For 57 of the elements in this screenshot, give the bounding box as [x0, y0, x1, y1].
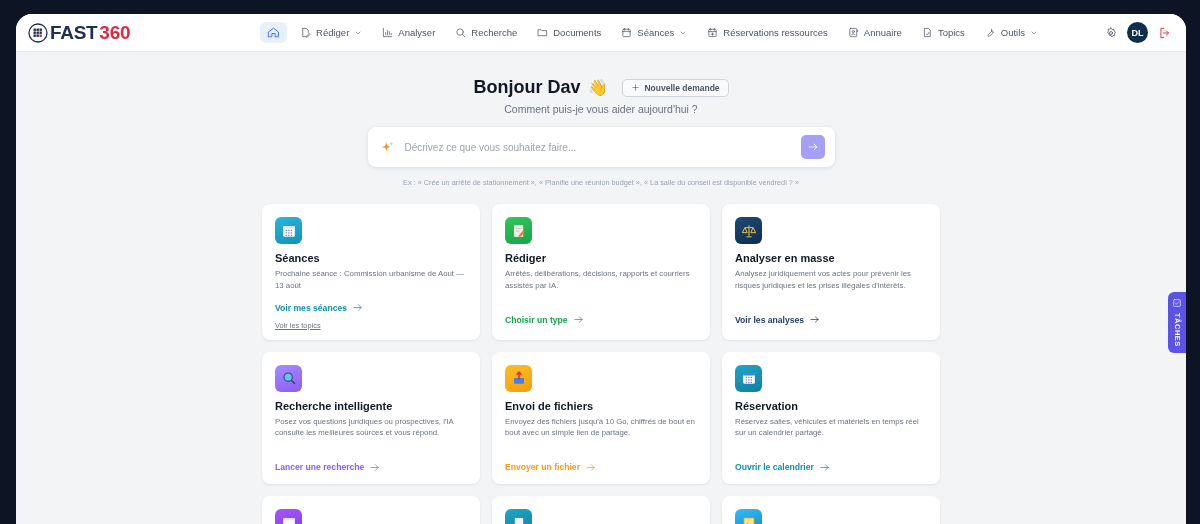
send-button[interactable]: [800, 135, 825, 159]
nav-link[interactable]: Réservations ressources: [700, 23, 835, 42]
calendar-plus-icon: [707, 27, 719, 38]
card-link[interactable]: Voir mes séances: [275, 302, 363, 313]
document-check-icon: [921, 27, 933, 38]
arrow-right-icon: [352, 302, 363, 313]
arrow-right-icon: [818, 461, 830, 473]
brand-name: FAST: [50, 21, 98, 44]
search-icon: [455, 27, 467, 38]
logout-icon: [1158, 25, 1172, 40]
bar-chart-icon: [382, 27, 394, 38]
document-pen-icon: [300, 27, 312, 38]
arrow-right-icon: [572, 314, 584, 325]
card-link[interactable]: Ouvrir le calendrier: [735, 461, 830, 473]
checklist-icon: [1172, 298, 1182, 308]
arrow-right-icon: [809, 314, 821, 325]
logo-icon: [28, 22, 48, 43]
folder-icon: [537, 27, 549, 38]
card-title: Séances: [275, 252, 321, 264]
contact-card-icon: [847, 27, 859, 38]
document-pen-tile-icon: [505, 217, 532, 244]
home-icon: [267, 26, 281, 39]
arrow-right-icon: [369, 461, 381, 473]
card-title: Recherche intelligente: [275, 399, 394, 412]
nav-link[interactable]: Analyser: [375, 23, 443, 42]
greeting-title: Bonjour Dav: [473, 77, 581, 98]
prompt-input[interactable]: Décrivez ce que vous souhaitez faire...: [404, 141, 791, 153]
nav-link[interactable]: Rédiger: [293, 23, 370, 42]
new-request-button[interactable]: Nouvelle demande: [622, 78, 729, 97]
magnifier-tile-icon: [275, 364, 302, 392]
user-avatar[interactable]: DL: [1127, 22, 1148, 43]
arrow-right-icon: [806, 141, 819, 153]
wrench-icon: [984, 27, 996, 38]
nav-link[interactable]: Recherche: [448, 23, 525, 42]
plus-icon: [631, 83, 641, 92]
calendar-tile-icon: [275, 217, 302, 244]
home-nav-button[interactable]: [260, 22, 288, 43]
nav-link[interactable]: Documents: [530, 23, 609, 42]
card-title: Analyser en masse: [735, 252, 836, 264]
card-title: Réservation: [735, 399, 799, 412]
card-link[interactable]: Voir les analyses: [735, 314, 821, 325]
nav-link[interactable]: Outils: [977, 23, 1046, 42]
nav-link[interactable]: Annuaire: [840, 23, 909, 42]
greeting-subtitle: Comment puis-je vous aider aujourd'hui ?: [504, 103, 698, 115]
scales-tile-icon: [735, 217, 762, 244]
waving-hand-emoji: 👋: [588, 78, 609, 97]
settings-icon: [1105, 26, 1117, 39]
upload-tray-tile-icon: [505, 364, 532, 392]
card-title: Envoi de fichiers: [505, 399, 595, 412]
arrow-right-icon: [585, 461, 596, 473]
nav-link[interactable]: Séances: [614, 23, 695, 42]
card-link[interactable]: Lancer une recherche: [275, 461, 381, 473]
calendar-tile-icon: [735, 364, 762, 392]
calendar-icon: [621, 27, 633, 38]
nav-link[interactable]: Topics: [914, 23, 972, 42]
card-title: Rédiger: [505, 252, 547, 264]
brand-number: 360: [99, 21, 131, 44]
